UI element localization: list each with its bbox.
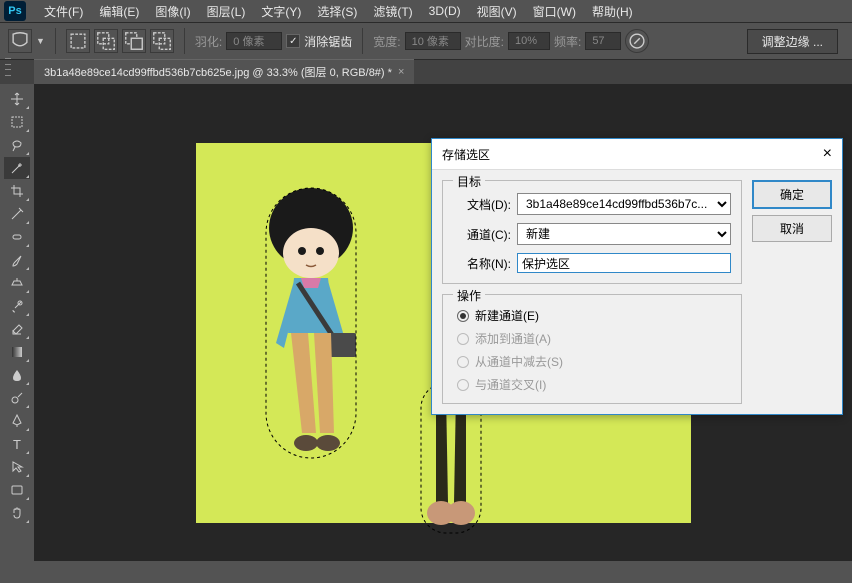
- menubar: Ps 文件(F) 编辑(E) 图像(I) 图层(L) 文字(Y) 选择(S) 滤…: [0, 0, 852, 22]
- radio-intersect-channel: 与通道交叉(I): [457, 376, 731, 393]
- name-input[interactable]: [517, 253, 731, 273]
- contrast-input[interactable]: [508, 32, 550, 50]
- menu-file[interactable]: 文件(F): [36, 1, 91, 22]
- dodge-tool[interactable]: [4, 387, 30, 409]
- menu-filter[interactable]: 滤镜(T): [365, 1, 420, 22]
- channel-label: 通道(C):: [453, 226, 511, 243]
- eyedropper-tool[interactable]: [4, 203, 30, 225]
- dialog-close-icon[interactable]: ×: [823, 145, 832, 163]
- frequency-input[interactable]: [585, 32, 621, 50]
- menu-edit[interactable]: 编辑(E): [91, 1, 147, 22]
- lasso-tool[interactable]: [4, 134, 30, 156]
- antialias-label: 消除锯齿: [304, 33, 352, 50]
- name-label: 名称(N):: [453, 255, 511, 272]
- drag-handle-icon[interactable]: [5, 56, 13, 78]
- tool-preset-icon[interactable]: [8, 29, 32, 53]
- magic-wand-tool[interactable]: [4, 157, 30, 179]
- radio-icon: [457, 333, 469, 345]
- document-tab[interactable]: 3b1a48e89ce14cd99ffbd536b7cb625e.jpg @ 3…: [34, 59, 414, 84]
- marquee-tool[interactable]: [4, 111, 30, 133]
- radio-new-label: 新建通道(E): [475, 307, 539, 324]
- contrast-label: 对比度:: [465, 33, 504, 50]
- menu-select[interactable]: 选择(S): [309, 1, 365, 22]
- menu-3d[interactable]: 3D(D): [421, 2, 469, 20]
- gradient-tool[interactable]: [4, 341, 30, 363]
- crop-tool[interactable]: [4, 180, 30, 202]
- menu-image[interactable]: 图像(I): [147, 1, 198, 22]
- refine-edge-button[interactable]: 调整边缘 ...: [747, 29, 838, 54]
- document-label: 文档(D):: [453, 196, 511, 213]
- blur-tool[interactable]: [4, 364, 30, 386]
- menu-view[interactable]: 视图(V): [469, 1, 525, 22]
- channel-select[interactable]: 新建: [517, 223, 731, 245]
- app-logo: Ps: [4, 1, 26, 21]
- radio-icon: [457, 356, 469, 368]
- menu-type[interactable]: 文字(Y): [253, 1, 309, 22]
- frequency-label: 频率:: [554, 33, 581, 50]
- tab-close-icon[interactable]: ×: [398, 66, 404, 78]
- radio-add-label: 添加到通道(A): [475, 330, 551, 347]
- shape-tool[interactable]: [4, 479, 30, 501]
- selection-new-icon[interactable]: [66, 29, 90, 53]
- radio-subtract-channel: 从通道中减去(S): [457, 353, 731, 370]
- menu-window[interactable]: 窗口(W): [525, 1, 584, 22]
- radio-new-channel[interactable]: 新建通道(E): [457, 307, 731, 324]
- eraser-tool[interactable]: [4, 318, 30, 340]
- spot-heal-tool[interactable]: [4, 226, 30, 248]
- feather-input[interactable]: [226, 32, 282, 50]
- radio-int-label: 与通道交叉(I): [475, 376, 546, 393]
- radio-icon: [457, 310, 469, 322]
- brush-tool[interactable]: [4, 249, 30, 271]
- svg-text:T: T: [13, 437, 21, 452]
- canvas-figure-boy: [246, 183, 376, 503]
- feather-label: 羽化:: [195, 33, 222, 50]
- document-tab-bar: 3b1a48e89ce14cd99ffbd536b7cb625e.jpg @ 3…: [0, 60, 852, 84]
- document-select[interactable]: 3b1a48e89ce14cd99ffbd536b7c...: [517, 193, 731, 215]
- width-input[interactable]: [405, 32, 461, 50]
- selection-intersect-icon[interactable]: [150, 29, 174, 53]
- operation-fieldset: 操作 新建通道(E) 添加到通道(A) 从通道中减去(S) 与通道交叉(I): [442, 294, 742, 404]
- check-icon: ✓: [286, 34, 300, 48]
- toolbox: T: [0, 84, 34, 561]
- pen-tool[interactable]: [4, 410, 30, 432]
- dialog-title-text: 存储选区: [442, 146, 490, 163]
- antialias-checkbox[interactable]: ✓ 消除锯齿: [286, 33, 352, 50]
- radio-icon: [457, 379, 469, 391]
- history-brush-tool[interactable]: [4, 295, 30, 317]
- operation-legend: 操作: [453, 287, 485, 304]
- width-label: 宽度:: [373, 33, 400, 50]
- clone-stamp-tool[interactable]: [4, 272, 30, 294]
- hand-tool[interactable]: [4, 502, 30, 524]
- menu-help[interactable]: 帮助(H): [584, 1, 641, 22]
- destination-fieldset: 目标 文档(D): 3b1a48e89ce14cd99ffbd536b7c...…: [442, 180, 742, 284]
- ok-button[interactable]: 确定: [752, 180, 832, 209]
- menu-layer[interactable]: 图层(L): [199, 1, 254, 22]
- selection-add-icon[interactable]: [94, 29, 118, 53]
- pen-pressure-icon[interactable]: [625, 29, 649, 53]
- type-tool[interactable]: T: [4, 433, 30, 455]
- radio-add-channel: 添加到通道(A): [457, 330, 731, 347]
- radio-sub-label: 从通道中减去(S): [475, 353, 563, 370]
- move-tool[interactable]: [4, 88, 30, 110]
- cancel-button[interactable]: 取消: [752, 215, 832, 242]
- document-tab-title: 3b1a48e89ce14cd99ffbd536b7cb625e.jpg @ 3…: [44, 64, 392, 80]
- save-selection-dialog: 存储选区 × 目标 文档(D): 3b1a48e89ce14cd99ffbd53…: [431, 138, 843, 415]
- options-bar: ▼ 羽化: ✓ 消除锯齿 宽度: 对比度: 频率: 调整边缘 ...: [0, 22, 852, 60]
- path-selection-tool[interactable]: [4, 456, 30, 478]
- destination-legend: 目标: [453, 173, 485, 190]
- dialog-titlebar[interactable]: 存储选区 ×: [432, 139, 842, 170]
- selection-subtract-icon[interactable]: [122, 29, 146, 53]
